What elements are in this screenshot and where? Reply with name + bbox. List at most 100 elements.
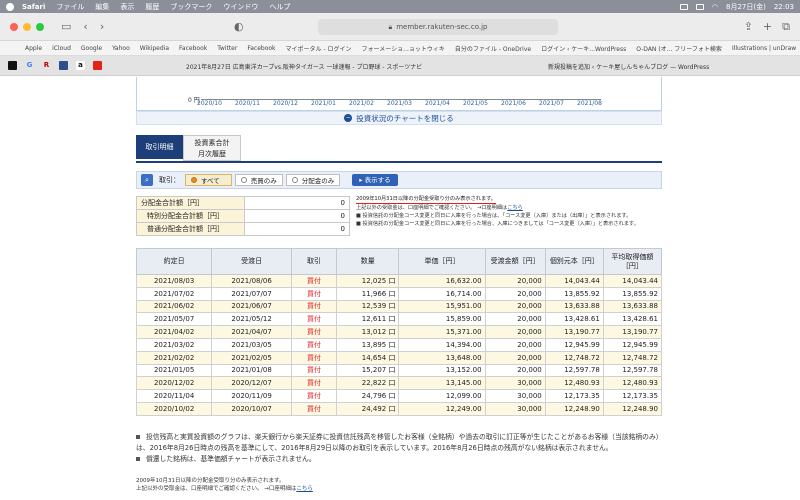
wifi-icon[interactable]: ◠ (712, 3, 718, 11)
back-icon[interactable]: ‹ (83, 20, 87, 33)
screen-icon[interactable] (679, 3, 688, 10)
forward-icon[interactable]: › (100, 20, 104, 33)
tab-wordpress[interactable]: 新規投稿を追加 ‹ ケーキ屋しんちゃんブログ — WordPress (548, 59, 798, 73)
x-tick: 2021/03 (387, 100, 412, 107)
bookmark-item[interactable]: フォーメーショ...ョットウィキ (362, 44, 445, 53)
table-cell: 買付 (290, 299, 338, 314)
summary-value: 0 (244, 209, 350, 223)
menu-view[interactable]: 表示 (120, 2, 134, 12)
footer-text: 2009年10月31日以降の分配金受取り分のみ表示されます。 (136, 478, 285, 484)
summary-value: 0 (244, 196, 350, 210)
mac-menu-bar: Safari ファイル 編集 表示 履歴 ブックマーク ウインドウ ヘルプ ◠ … (0, 0, 800, 13)
menu-history[interactable]: 履歴 (145, 2, 159, 12)
favicon-dark-icon[interactable] (8, 61, 17, 70)
bookmark-item[interactable]: 自分のファイル - OneDrive (455, 44, 531, 53)
apple-icon[interactable] (6, 2, 14, 11)
table-cell: 12,099.00 (398, 389, 486, 403)
bookmark-item[interactable]: iCloud (52, 45, 71, 52)
x-tick: 2020/10 (197, 100, 222, 107)
bookmark-item[interactable]: Apple (25, 45, 42, 52)
table-cell: 30,000 (484, 401, 546, 416)
table-row: 2021/04/02 2021/04/07 買付 13,012 口 15,371.00 2… (135, 325, 663, 339)
table-cell: 12,611 口 (336, 312, 400, 327)
bullet-icon (136, 457, 140, 461)
table-cell: 12,539 口 (336, 299, 400, 314)
table-cell: 買付 (290, 350, 338, 365)
table-cell: 2021/04/07 (211, 325, 292, 339)
bookmark-item[interactable]: Illustrations | unDraw (732, 45, 796, 52)
tab-sportsnavi[interactable]: 2021年8月27日 広島東洋カープvs.阪神タイガース 一球速報 - プロ野球… (186, 59, 486, 73)
tab-monthly-history[interactable]: 投資素合計 月次履歴 (183, 135, 241, 161)
table-cell: 2021/07/02 (135, 286, 213, 301)
table-cell: 2021/05/12 (211, 312, 292, 327)
summary-row: 普通分配金合計額［円］ 0 (136, 222, 350, 236)
share-icon[interactable]: ⇪ (744, 20, 753, 34)
bookmark-item[interactable]: ログイン ‹ ケーキ...WordPress (541, 44, 626, 53)
address-bar[interactable]: 🔒︎ member.rakuten-sec.co.jp (318, 19, 558, 35)
notice-text: ■ 投資信託の分配金コース変更と同日に入庫を行った場合、入庫につきましては「コー… (356, 221, 639, 227)
zoom-window-button[interactable] (36, 22, 44, 31)
bookmark-item[interactable]: Google (81, 45, 102, 52)
table-cell: 12,597.78 (602, 363, 663, 378)
amazon-favicon-icon[interactable]: a (76, 61, 85, 70)
show-button[interactable]: ▸ 表示する (352, 174, 398, 186)
sidebar-icon[interactable]: ▭ (61, 20, 71, 33)
close-chart-link[interactable]: − 投資状況のチャートを閉じる (136, 111, 662, 125)
menu-file[interactable]: ファイル (56, 2, 84, 12)
privacy-shield-icon[interactable]: ◐ (234, 20, 244, 33)
bookmark-item[interactable]: Facebook (247, 45, 275, 52)
bookmark-item[interactable]: Wikipedia (140, 45, 169, 52)
menu-date[interactable]: 8月27日(金) (726, 2, 766, 12)
close-window-button[interactable] (10, 22, 18, 31)
table-cell: 12,248.90 (602, 401, 663, 416)
menu-time[interactable]: 22:03 (774, 3, 794, 11)
table-cell: 15,859.00 (398, 312, 486, 327)
radio-trades-only[interactable]: 売買のみ (234, 174, 283, 186)
favicon-blue-icon[interactable] (59, 61, 68, 70)
table-row: 2020/11/04 2020/11/09 買付 24,796 口 12,099.00 3… (135, 389, 663, 403)
table-cell: 30,000 (484, 389, 546, 403)
bookmark-item[interactable]: マイポータル - ログイン (286, 44, 352, 53)
table-cell: 15,371.00 (398, 325, 486, 339)
account-detail-link[interactable]: こちら (296, 486, 313, 492)
new-tab-icon[interactable]: + (763, 20, 772, 34)
x-tick: 2021/08 (577, 100, 602, 107)
menu-window[interactable]: ウインドウ (223, 2, 258, 12)
filter-label: 取引： (159, 176, 180, 184)
table-cell: 13,895 口 (336, 337, 400, 352)
bookmark-item[interactable]: Yahoo (112, 45, 130, 52)
tab-overview-icon[interactable]: ⧉ (782, 20, 790, 34)
menu-help[interactable]: ヘルプ (269, 2, 290, 12)
tab-title: 新規投稿を追加 ‹ ケーキ屋しんちゃんブログ — WordPress (548, 63, 710, 71)
summary-value: 0 (244, 222, 350, 236)
bookmark-item[interactable]: Facebook (179, 45, 207, 52)
tab-transactions[interactable]: 取引明細 (136, 135, 183, 159)
google-favicon-icon[interactable]: G (25, 61, 34, 70)
footer-text: 投信残高と実質投資額のグラフは、楽天銀行から楽天証券に投資信託残高を移管したお客… (136, 433, 663, 452)
radio-all[interactable]: すべて (185, 174, 232, 186)
radio-label: 分配金のみ (301, 177, 335, 185)
youtube-favicon-icon[interactable] (93, 61, 102, 70)
collapse-icon: − (344, 114, 353, 122)
bullet-icon (136, 435, 140, 439)
table-row: 2021/08/03 2021/08/06 買付 12,025 口 16,632.00 2… (135, 274, 663, 288)
bookmark-item[interactable]: O-DAN (オ... フリーフォト検索 (636, 44, 722, 53)
bookmark-item[interactable]: Twitter (217, 45, 237, 52)
table-row: 2020/10/02 2020/10/07 買付 24,492 口 12,249.00 3… (135, 401, 663, 416)
radio-distributions-only[interactable]: 分配金のみ (285, 174, 341, 186)
distribution-summary: 分配金合計額［円］ 0 特別分配金合計額［円］ 0 普通分配金合計額［円］ 0 (136, 196, 350, 236)
table-cell: 14,394.00 (398, 337, 486, 352)
x-tick: 2021/06 (501, 100, 526, 107)
notice-text: 上記以外の受取金は、口座明細でご確認ください。 →口座明細は (356, 205, 508, 211)
menu-bookmarks[interactable]: ブックマーク (170, 2, 212, 12)
table-cell: 2021/01/05 (135, 363, 213, 378)
minimize-window-button[interactable] (23, 22, 31, 31)
battery-icon[interactable] (695, 3, 704, 10)
rakuten-favicon-icon[interactable]: R (42, 61, 51, 70)
table-cell: 12,480.93 (602, 376, 663, 391)
notes-block: 2009年10月31日以降の分配金受取り分のみ表示されます。 上記以外の受取金は… (356, 195, 666, 228)
menu-app-name[interactable]: Safari (22, 3, 45, 11)
menu-edit[interactable]: 編集 (95, 2, 109, 12)
account-detail-link[interactable]: こちら (507, 205, 523, 211)
table-cell: 2021/07/07 (211, 286, 292, 301)
